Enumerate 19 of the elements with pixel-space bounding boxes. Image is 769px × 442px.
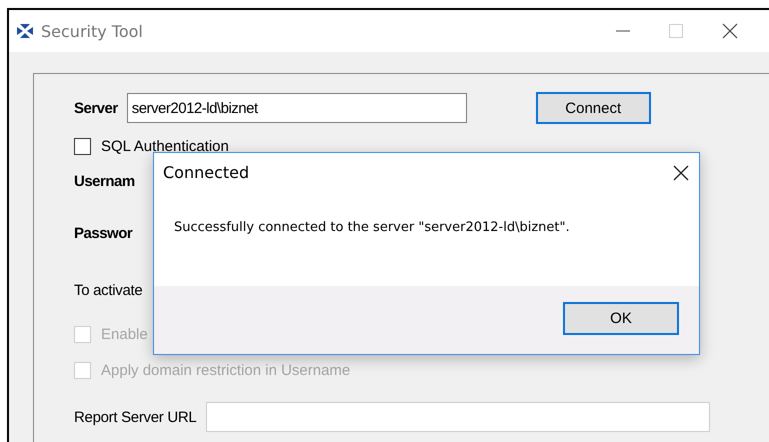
report-server-url-field[interactable]	[206, 402, 710, 432]
dialog-message: Successfully connected to the server "server2012-ld\biznet".	[174, 220, 571, 235]
server-label: Server	[74, 100, 118, 116]
logo-icon	[15, 23, 35, 39]
activate-text: To activate	[74, 282, 142, 299]
checkbox-label: Apply domain restriction in Username	[101, 362, 350, 379]
dialog-title: Connected	[163, 163, 250, 182]
username-label: Usernam	[74, 173, 135, 190]
report-server-url-label: Report Server URL	[74, 408, 196, 426]
checkbox-label: SQL Authentication	[101, 138, 229, 155]
server-field[interactable]: server2012-ld\biznet	[126, 93, 467, 123]
checkbox[interactable]	[74, 138, 91, 155]
password-label: Passwor	[74, 225, 132, 242]
close-icon[interactable]	[673, 164, 689, 180]
ok-button[interactable]: OK	[563, 302, 679, 335]
close-icon[interactable]	[722, 23, 738, 39]
window-title: Security Tool	[41, 22, 143, 40]
checkbox-label: Enable	[101, 326, 148, 343]
connect-button[interactable]: Connect	[536, 92, 651, 124]
